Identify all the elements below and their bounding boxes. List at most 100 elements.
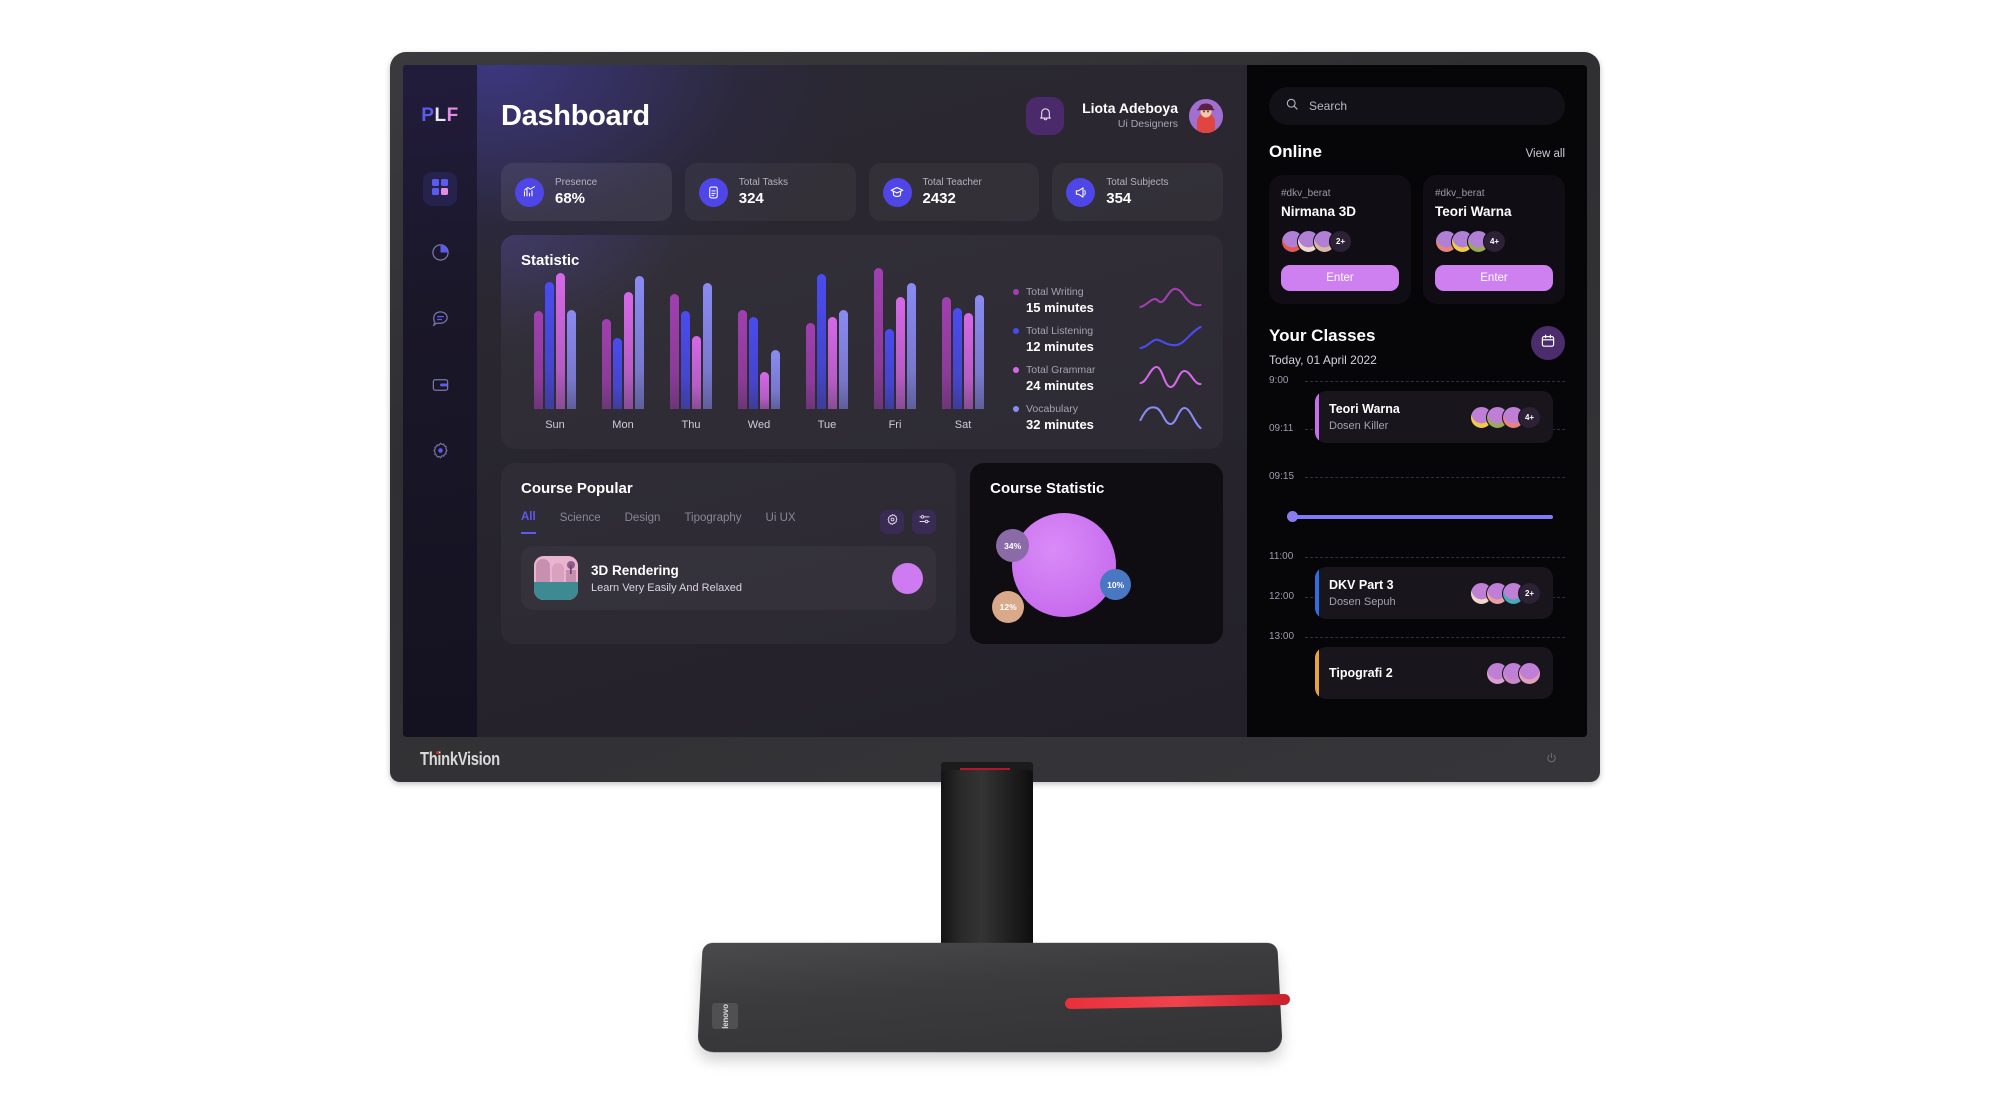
- monitor-chin: [403, 692, 1587, 737]
- settings-button[interactable]: [880, 510, 905, 534]
- bar: [670, 293, 679, 409]
- tab-ui-ux[interactable]: Ui UX: [766, 512, 796, 533]
- search-bar[interactable]: Search: [1269, 87, 1565, 125]
- your-classes-text: Your Classes Today, 01 April 2022: [1269, 326, 1377, 367]
- class-event[interactable]: DKV Part 3 Dosen Sepuh 2+: [1315, 567, 1553, 619]
- stat-label: Presence: [555, 176, 598, 188]
- bar-group: Sat: [942, 261, 984, 431]
- top-bar-right: Liota Adeboya Ui Designers: [1026, 97, 1223, 135]
- calendar-button[interactable]: [1531, 326, 1565, 360]
- avatar-stack: 4+: [1435, 230, 1553, 253]
- power-icon[interactable]: [1545, 752, 1558, 765]
- list-item[interactable]: 3D Rendering Learn Very Easily And Relaxe…: [521, 546, 936, 610]
- view-all-link[interactable]: View all: [1526, 148, 1565, 160]
- bar: [692, 336, 701, 409]
- bar: [534, 311, 543, 409]
- online-card[interactable]: #dkv_berat Teori Warna 4+ Enter: [1423, 175, 1565, 304]
- bar: [545, 281, 554, 409]
- bar: [885, 329, 894, 409]
- timeline-time-label: 13:00: [1269, 631, 1295, 642]
- legend-item: Total Listening 12 minutes: [1013, 324, 1203, 354]
- legend-label-text: Total Grammar: [1026, 363, 1096, 376]
- logo-letter-f: F: [446, 105, 459, 126]
- wallet-icon: [431, 375, 450, 399]
- tab-science[interactable]: Science: [560, 512, 601, 533]
- bar: [635, 275, 644, 409]
- notification-button[interactable]: [1026, 97, 1065, 135]
- your-classes-date: Today, 01 April 2022: [1269, 353, 1377, 367]
- enter-button[interactable]: Enter: [1281, 265, 1399, 291]
- thinkvision-logo: ThinkVision: [420, 749, 500, 769]
- legend-label: Total Grammar: [1013, 364, 1128, 376]
- timeline-divider: [1305, 637, 1565, 638]
- timeline-time-label: 12:00: [1269, 591, 1295, 602]
- bar: [771, 349, 780, 409]
- class-event-name: DKV Part 3: [1329, 578, 1394, 592]
- bar: [738, 309, 747, 409]
- legend-value: 24 minutes: [1026, 377, 1094, 393]
- user-name: Liota Adeboya: [1082, 100, 1178, 117]
- calendar-icon: [1540, 333, 1556, 354]
- filter-button[interactable]: [912, 510, 937, 534]
- sidebar-item-dashboard[interactable]: [423, 172, 457, 206]
- grid-icon: [431, 178, 449, 201]
- bar: [703, 283, 712, 409]
- bar-group: Wed: [738, 261, 780, 431]
- stat-card-total-teacher[interactable]: Total Teacher 2432: [868, 163, 1040, 221]
- course-popular-panel: Course Popular All Science Design Tipograph…: [501, 463, 956, 644]
- sidebar-item-analytics[interactable]: [423, 238, 457, 272]
- sidebar-item-settings[interactable]: [423, 436, 457, 470]
- stat-card-total-subjects[interactable]: Total Subjects 354: [1052, 163, 1223, 221]
- avatar-stack: 2+: [1470, 581, 1541, 605]
- stat-label: Total Tasks: [738, 176, 789, 188]
- course-list: 3D Rendering Learn Very Easily And Relaxe…: [521, 546, 936, 610]
- tab-tipography[interactable]: Tipography: [684, 512, 741, 533]
- bar: [624, 292, 633, 409]
- statistic-panel: Statistic Sun Mon Thu Wed Tue Fri Sat Total Wr…: [501, 235, 1223, 449]
- enter-button[interactable]: Enter: [1435, 265, 1553, 291]
- bar: [613, 337, 622, 409]
- sparkline: [1139, 325, 1202, 350]
- user-role: Ui Designers: [1117, 117, 1178, 130]
- avatar-more-count: 2+: [1329, 230, 1352, 253]
- stat-card-presence[interactable]: Presence 68%: [501, 163, 672, 221]
- legend-text: Total Grammar 24 minutes: [1013, 364, 1128, 393]
- legend-item: Vocabulary 32 minutes: [1013, 402, 1203, 432]
- chat-icon: [431, 309, 450, 333]
- monitor-screen: PLF Dashboard Liota Adeboya Ui Designers…: [403, 65, 1587, 737]
- lenovo-badge-label: lenovo: [720, 1003, 730, 1029]
- course-statistic-chart: 34% 10% 12%: [990, 507, 1203, 627]
- tab-design[interactable]: Design: [625, 512, 661, 533]
- tab-all[interactable]: All: [521, 511, 536, 534]
- bar: [556, 272, 565, 409]
- legend-text: Vocabulary 32 minutes: [1013, 403, 1128, 432]
- sidebar-item-wallet[interactable]: [423, 370, 457, 404]
- course-popular-title: Course Popular: [521, 480, 633, 497]
- current-time-handle[interactable]: [1287, 511, 1298, 522]
- page-title: Dashboard: [501, 99, 650, 132]
- bell-icon: [1037, 105, 1054, 127]
- avatar[interactable]: [1189, 99, 1223, 133]
- search-input[interactable]: Search: [1309, 99, 1347, 113]
- bar-category-label: Wed: [747, 419, 771, 431]
- online-card[interactable]: #dkv_berat Nirmana 3D 2+ Enter: [1269, 175, 1411, 304]
- user-profile[interactable]: Liota Adeboya Ui Designers: [1082, 99, 1223, 133]
- stat-card-total-tasks[interactable]: Total Tasks 324: [684, 163, 856, 221]
- class-event-teacher: Dosen Sepuh: [1329, 596, 1396, 608]
- timeline-time-label: 11:00: [1269, 551, 1294, 562]
- bar: [681, 311, 690, 409]
- legend-value: 15 minutes: [1026, 299, 1094, 315]
- stat-value: 354: [1106, 189, 1132, 207]
- bar: [907, 283, 916, 409]
- stat-card-text: Total Teacher 2432: [923, 176, 982, 209]
- bar-stack: [874, 261, 916, 409]
- stat-card-list: Presence 68% Total Tasks 324 Total Teach…: [501, 163, 1223, 221]
- bar: [760, 372, 769, 409]
- app-logo: PLF: [421, 105, 458, 127]
- bar-group: Thu: [670, 261, 712, 431]
- class-event[interactable]: Teori Warna Dosen Killer 4+: [1315, 391, 1553, 443]
- sidebar-item-messages[interactable]: [423, 304, 457, 338]
- timeline-time-label: 09:11: [1269, 423, 1294, 434]
- timeline-divider: [1305, 477, 1565, 478]
- class-event-name: Tipografi 2: [1329, 666, 1393, 680]
